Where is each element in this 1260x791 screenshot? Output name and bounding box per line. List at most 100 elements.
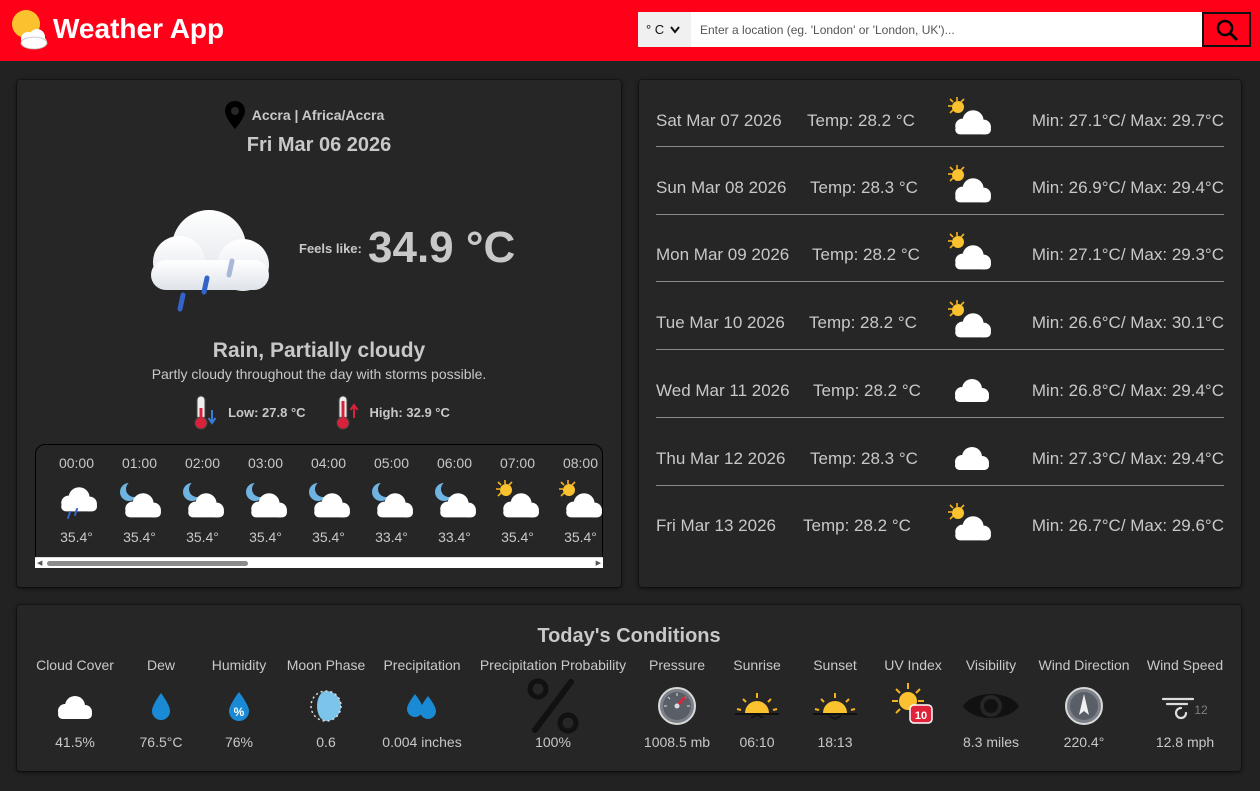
forecast-day-row: Fri Mar 13 2026 Temp: 28.2 °C Min: 26.7°… (656, 486, 1224, 553)
current-date: Fri Mar 06 2026 (246, 134, 392, 156)
moon-cloud-icon (430, 479, 480, 519)
search-input[interactable] (691, 12, 1202, 47)
moon-cloud-icon (178, 479, 228, 519)
feels-like-label: Feels like: (299, 241, 362, 256)
sun-cloud-icon (493, 479, 543, 519)
condition-item-wind-speed: Wind Speed 12 12.8 mph (1105, 657, 1260, 750)
hourly-item: 06:00 33.4° (423, 445, 486, 545)
scrollbar-thumb[interactable] (47, 561, 248, 566)
moon-cloud-icon (241, 479, 291, 519)
hourly-time: 08:00 (562, 455, 599, 471)
unit-select[interactable]: ° C (638, 12, 691, 47)
hourly-item: 08:00 35.4° (549, 445, 603, 545)
high-temp: High: 32.9 °C (369, 404, 450, 420)
hourly-item: 01:00 35.4° (108, 445, 171, 545)
moon-cloud-icon (304, 479, 354, 519)
sun-cloud-icon (556, 479, 603, 519)
hourly-time: 02:00 (184, 455, 221, 471)
forecast-date: Fri Mar 13 2026 (656, 516, 776, 536)
search-icon (1216, 19, 1238, 41)
app-logo-icon (12, 10, 48, 50)
hourly-temp: 35.4° (249, 529, 282, 545)
daily-forecast-card: Sat Mar 07 2026 Temp: 28.2 °C Min: 27.1°… (639, 80, 1241, 587)
forecast-temp: Temp: 28.3 °C (810, 448, 918, 468)
hourly-item: 04:00 35.4° (297, 445, 360, 545)
forecast-min-max: Min: 26.7°C/ Max: 29.6°C (1031, 516, 1224, 536)
hourly-temp: 33.4° (375, 529, 408, 545)
sun-cloud-icon (944, 299, 996, 339)
forecast-temp: Temp: 28.2 °C (813, 380, 921, 400)
hourly-time: 07:00 (499, 455, 536, 471)
app-header: Weather App ° C (0, 0, 1260, 61)
low-high-row: Low: 27.8 °C High: 32.9 °C (17, 394, 621, 430)
wind-badge: 12 (1194, 703, 1208, 717)
low-temp: Low: 27.8 °C (228, 404, 306, 420)
forecast-day-row: Wed Mar 11 2026 Temp: 28.2 °C Min: 26.8°… (656, 351, 1224, 418)
forecast-day-row: Sun Mar 08 2026 Temp: 28.3 °C Min: 26.9°… (656, 148, 1224, 215)
scroll-right-arrow-icon[interactable]: ▶ (596, 559, 601, 567)
cloud-icon (950, 441, 1002, 481)
forecast-min-max: Min: 26.6°C/ Max: 30.1°C (1031, 313, 1224, 333)
search-button[interactable] (1202, 12, 1251, 47)
sun-cloud-icon (944, 164, 996, 204)
moon-cloud-icon (115, 479, 165, 519)
sun-cloud-icon (944, 96, 996, 136)
hourly-item: 07:00 35.4° (486, 445, 549, 545)
rain-cloud-icon (52, 479, 102, 519)
hourly-time: 00:00 (58, 455, 95, 471)
cloud-icon (950, 373, 1002, 413)
moon-cloud-icon (367, 479, 417, 519)
hourly-item: 00:00 35.4° (45, 445, 108, 545)
hourly-item: 05:00 33.4° (360, 445, 423, 545)
forecast-date: Mon Mar 09 2026 (656, 245, 790, 265)
forecast-min-max: Min: 27.1°C/ Max: 29.3°C (1031, 245, 1224, 265)
condition-value: 18:13 (817, 734, 853, 750)
condition-label: Wind Speed (1146, 657, 1224, 673)
sun-cloud-icon (944, 502, 996, 542)
hourly-temp: 35.4° (501, 529, 534, 545)
low-temp-item: Low: 27.8 °C (188, 394, 306, 430)
forecast-temp: Temp: 28.2 °C (803, 516, 911, 536)
forecast-date: Tue Mar 10 2026 (656, 313, 785, 333)
forecast-date: Sun Mar 08 2026 (656, 177, 787, 197)
condition-description: Partly cloudy throughout the day with st… (151, 366, 487, 382)
hourly-time: 04:00 (310, 455, 347, 471)
sun-cloud-icon (944, 231, 996, 271)
hourly-time: 05:00 (373, 455, 410, 471)
forecast-day-row: Sat Mar 07 2026 Temp: 28.2 °C Min: 27.1°… (656, 80, 1224, 147)
hourly-temp: 35.4° (123, 529, 156, 545)
wind-icon: 12 (1105, 682, 1260, 730)
current-temperature: 34.9 °C (368, 223, 516, 272)
hourly-item: 03:00 35.4° (234, 445, 297, 545)
forecast-date: Sat Mar 07 2026 (656, 111, 782, 130)
forecast-min-max: Min: 26.8°C/ Max: 29.4°C (1031, 380, 1224, 400)
hourly-forecast-strip[interactable]: 00:00 35.4° 01:00 35.4° 02:00 35.4° 03:0… (35, 444, 603, 568)
condition-value: 12.8 mph (1155, 734, 1215, 750)
hourly-scrollbar[interactable]: ◀ ▶ (35, 557, 603, 568)
scroll-left-arrow-icon[interactable]: ◀ (37, 559, 42, 567)
unit-select-value: ° C (646, 22, 665, 37)
forecast-date: Wed Mar 11 2026 (656, 380, 790, 400)
hourly-item: 02:00 35.4° (171, 445, 234, 545)
svg-text:%: % (234, 705, 245, 719)
hourly-temp: 35.4° (564, 529, 597, 545)
forecast-min-max: Min: 26.9°C/ Max: 29.4°C (1031, 177, 1224, 197)
forecast-date: Thu Mar 12 2026 (656, 448, 786, 468)
forecast-temp: Temp: 28.2 °C (809, 313, 917, 333)
forecast-min-max: Min: 27.1°C/ Max: 29.7°C (1031, 111, 1224, 130)
conditions-heading: Today's Conditions (537, 625, 721, 647)
forecast-temp: Temp: 28.3 °C (810, 177, 918, 197)
high-temp-item: High: 32.9 °C (330, 394, 450, 430)
forecast-day-row: Mon Mar 09 2026 Temp: 28.2 °C Min: 27.1°… (656, 215, 1224, 283)
hourly-time: 06:00 (436, 455, 473, 471)
todays-conditions-card: Today's Conditions Cloud Cover 41.5% Dew… (17, 605, 1241, 771)
thermometer-low-icon (194, 395, 217, 430)
location-text: Accra | Africa/Accra (251, 107, 385, 123)
chevron-down-icon (670, 25, 680, 34)
hourly-time: 03:00 (247, 455, 284, 471)
hourly-temp: 35.4° (312, 529, 345, 545)
condition-title: Rain, Partially cloudy (212, 339, 426, 362)
current-weather-card: Accra | Africa/Accra Fri Mar 06 2026 Fee… (17, 80, 621, 587)
hourly-temp: 35.4° (60, 529, 93, 545)
rain-cloud-icon (151, 210, 269, 312)
